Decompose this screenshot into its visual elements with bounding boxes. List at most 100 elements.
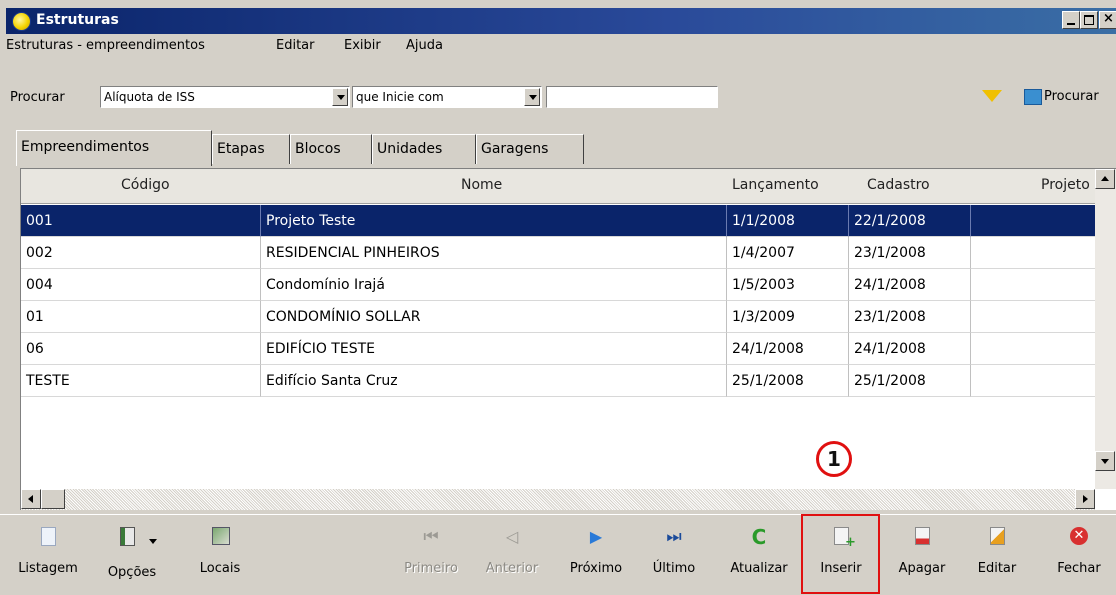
column-header-nome[interactable]: Nome [461,177,502,193]
table-row[interactable]: 06 EDIFÍCIO TESTE 24/1/2008 24/1/2008 [21,333,1095,365]
scroll-right-icon[interactable] [1075,489,1095,509]
cell-codigo: TESTE [21,365,261,397]
fechar-button[interactable]: ✕ Fechar [1046,521,1112,591]
opcoes-button[interactable]: Opções [104,521,160,591]
cell-lancamento: 1/1/2008 [727,205,849,237]
menu-editar[interactable]: Editar [276,38,315,53]
table-row[interactable]: 004 Condomínio Irajá 1/5/2003 24/1/2008 [21,269,1095,301]
table-row[interactable]: 01 CONDOMÍNIO SOLLAR 1/3/2009 23/1/2008 [21,301,1095,333]
cell-lancamento: 1/3/2009 [727,301,849,333]
cell-nome: Edifício Santa Cruz [261,365,727,397]
menu-exibir[interactable]: Exibir [344,38,381,53]
cell-projeto [971,205,1095,237]
cell-projeto [971,237,1095,269]
proximo-label: Próximo [569,561,623,576]
search-button[interactable]: Procurar [1022,86,1116,110]
menu-estruturas[interactable]: Estruturas - empreendimentos [6,38,205,53]
cell-nome: Projeto Teste [261,205,727,237]
window-title: Estruturas [36,12,119,28]
close-x-icon: × [1103,11,1114,26]
cell-nome: RESIDENCIAL PINHEIROS [261,237,727,269]
chevron-down-icon[interactable] [524,88,540,106]
column-header-cadastro[interactable]: Cadastro [867,177,930,193]
minimize-button[interactable] [1062,11,1080,29]
search-label: Procurar [10,90,65,105]
cell-cadastro: 25/1/2008 [849,365,971,397]
tab-empreendimentos[interactable]: Empreendimentos [16,130,212,166]
app-icon [12,12,31,31]
ultimo-button[interactable]: ⏭ Último [644,521,704,591]
cell-lancamento: 24/1/2008 [727,333,849,365]
search-bar: Procurar Alíquota de ISS que Inicie com … [6,58,1116,118]
close-window-button[interactable]: × [1099,11,1116,29]
cell-codigo: 001 [21,205,261,237]
options-icon [120,527,135,546]
cell-lancamento: 1/5/2003 [727,269,849,301]
tab-unidades[interactable]: Unidades [372,134,476,164]
locais-button[interactable]: Locais [190,521,250,591]
proximo-button[interactable]: ▶ Próximo [558,521,634,591]
search-mode-value: que Inicie com [356,90,444,104]
table-row[interactable]: TESTE Edifício Santa Cruz 25/1/2008 25/1… [21,365,1095,397]
filter-icon[interactable] [982,90,1002,102]
grid-header: Código Nome Lançamento Cadastro Projeto [21,169,1095,204]
table-row[interactable]: 002 RESIDENCIAL PINHEIROS 1/4/2007 23/1/… [21,237,1095,269]
primeiro-button[interactable]: ⏮ Primeiro [396,521,466,591]
cell-projeto [971,301,1095,333]
delete-icon [915,527,930,545]
table-row[interactable]: 001 Projeto Teste 1/1/2008 22/1/2008 [21,205,1095,237]
tab-etapas[interactable]: Etapas [212,134,290,164]
search-text-input[interactable] [546,86,718,108]
menu-bar: Estruturas - empreendimentos Editar Exib… [6,34,1116,58]
editar-label: Editar [977,561,1017,576]
cell-nome: Condomínio Irajá [261,269,727,301]
search-button-label: Procurar [1044,89,1099,104]
listagem-button[interactable]: Listagem [18,521,78,591]
cell-codigo: 002 [21,237,261,269]
cell-lancamento: 25/1/2008 [727,365,849,397]
column-header-codigo[interactable]: Código [121,177,170,193]
refresh-icon: C [751,525,767,549]
chevron-down-icon[interactable] [149,539,157,544]
listagem-label: Listagem [18,561,78,576]
opcoes-label: Opções [107,565,157,580]
search-field-value: Alíquota de ISS [104,90,195,104]
atualizar-button[interactable]: C Atualizar [720,521,798,591]
tab-garagens[interactable]: Garagens [476,134,584,164]
previous-record-icon: ◁ [505,527,519,546]
scroll-up-icon[interactable] [1095,169,1115,189]
cell-lancamento: 1/4/2007 [727,237,849,269]
vertical-scrollbar[interactable] [1095,169,1116,489]
minimize-icon [1067,23,1075,25]
last-record-icon: ⏭ [666,527,682,547]
scroll-left-icon[interactable] [21,489,41,509]
locais-label: Locais [199,561,241,576]
cell-codigo: 06 [21,333,261,365]
chevron-down-icon[interactable] [332,88,348,106]
cell-nome: CONDOMÍNIO SOLLAR [261,301,727,333]
annotation-marker: 1 [816,441,852,477]
data-grid: Código Nome Lançamento Cadastro Projeto … [20,168,1116,510]
menu-ajuda[interactable]: Ajuda [406,38,443,53]
search-mode-select[interactable]: que Inicie com [352,86,542,108]
atualizar-label: Atualizar [730,561,788,576]
cell-projeto [971,365,1095,397]
column-header-projeto[interactable]: Projeto [1041,177,1090,193]
horizontal-scrollbar[interactable] [21,489,1095,510]
search-field-select[interactable]: Alíquota de ISS [100,86,350,108]
edit-icon [990,527,1005,545]
scroll-down-icon[interactable] [1095,451,1115,471]
cell-projeto [971,269,1095,301]
apagar-label: Apagar [898,561,946,576]
tab-blocos[interactable]: Blocos [290,134,372,164]
title-bar: Estruturas × [6,8,1116,34]
column-header-lancamento[interactable]: Lançamento [732,177,819,193]
anterior-button[interactable]: ◁ Anterior [476,521,548,591]
anterior-label: Anterior [485,561,539,576]
maximize-button[interactable] [1080,11,1098,29]
scroll-thumb[interactable] [41,489,65,509]
highlight-box [801,514,880,594]
editar-button[interactable]: Editar [966,521,1028,591]
cell-codigo: 004 [21,269,261,301]
apagar-button[interactable]: Apagar [888,521,956,591]
